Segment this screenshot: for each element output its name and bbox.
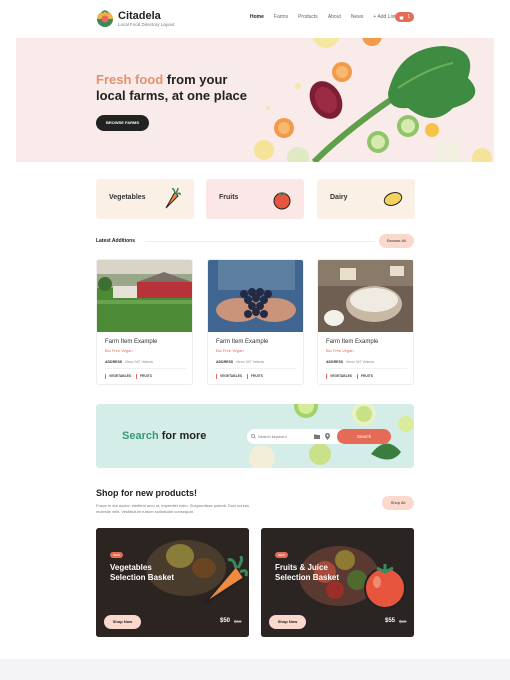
card-title: Farm Item Example	[105, 339, 158, 345]
divider	[216, 368, 297, 369]
search-button[interactable]: Search	[337, 429, 391, 444]
search-icon	[251, 434, 256, 439]
tag-fruits[interactable]: FRUITS	[247, 374, 263, 379]
hero-banner: Fresh food from your local farms, at one…	[16, 38, 494, 162]
category-label: Dairy	[330, 194, 348, 201]
brand-name[interactable]: Citadela	[118, 10, 161, 22]
shop-now-button[interactable]: Shop Now	[104, 615, 141, 629]
farm-card[interactable]: Farm Item Example Bio Free Vegan ADDRESS…	[317, 259, 414, 385]
search-title-accent: Search	[122, 430, 159, 442]
address-label: ADDRESS	[105, 360, 123, 364]
divider	[145, 241, 375, 242]
tomato-icon	[364, 564, 406, 609]
nav-home[interactable]: Home	[250, 14, 264, 20]
dairy-flour-photo	[318, 260, 413, 332]
cart-button[interactable]: 1	[395, 12, 414, 22]
address-label: ADDRESS	[216, 360, 234, 364]
browse-farms-button[interactable]: BROWSE FARMS	[96, 115, 149, 131]
card-title: Farm Item Example	[326, 339, 379, 345]
card-subtitle: Bio Free Vegan	[216, 348, 244, 353]
divider	[326, 368, 407, 369]
basket-title: Vegetables Selection Basket	[110, 563, 200, 583]
site-header: Citadela Local Food Directory Layout Hom…	[0, 0, 510, 36]
category-vegetables[interactable]: Vegetables	[96, 179, 194, 219]
search-form: Search	[247, 429, 391, 444]
card-subtitle: Bio Free Vegan	[326, 348, 354, 353]
address-value: Vienz 347 Velezia	[236, 360, 264, 364]
cart-count: 1	[407, 14, 411, 20]
location-pin-icon[interactable]	[325, 433, 330, 440]
basket-title-line-1: Vegetables	[110, 563, 152, 572]
tag-fruits[interactable]: FRUITS	[357, 374, 373, 379]
carrot-icon	[165, 188, 181, 209]
hero-title-line-2: local farms, at one place	[96, 88, 248, 103]
category-label: Vegetables	[109, 194, 146, 201]
folder-icon[interactable]	[314, 434, 320, 439]
main-nav: Home Farms Products About News + Add Lis…	[250, 14, 412, 20]
vegetables-hero-image	[254, 38, 492, 162]
farm-card[interactable]: Farm Item Example Bio Free Vegan ADDRESS…	[96, 259, 193, 385]
price: $50	[220, 618, 231, 624]
category-fruits[interactable]: Fruits	[206, 179, 304, 219]
tag-fruits[interactable]: FRUITS	[136, 374, 152, 379]
tag-vegetables[interactable]: VEGETABLES	[326, 374, 352, 379]
basket-icon	[399, 16, 404, 19]
tag-vegetables[interactable]: VEGETABLES	[105, 374, 131, 379]
browse-all-button[interactable]: Browse All	[379, 234, 414, 248]
category-label: Fruits	[219, 194, 239, 201]
category-dairy[interactable]: Dairy	[317, 179, 415, 219]
nav-about[interactable]: About	[328, 14, 341, 20]
old-price: $65	[399, 619, 407, 624]
cheese-icon	[383, 192, 403, 206]
nav-products[interactable]: Products	[298, 14, 318, 20]
tomato-icon	[273, 192, 291, 210]
nav-news[interactable]: News	[351, 14, 364, 20]
search-title-rest: for more	[158, 430, 207, 442]
address-value: Vienz 347 Velezia	[346, 360, 374, 364]
carrot-icon	[203, 556, 248, 605]
farm-barn-photo	[97, 260, 192, 332]
search-title: Search for more	[122, 430, 206, 442]
shop-all-button[interactable]: Shop All	[382, 496, 414, 510]
nav-farms[interactable]: Farms	[274, 14, 288, 20]
basket-card[interactable]: NEW Fruits & Juice Selection Basket Shop…	[261, 528, 414, 637]
basket-title: Fruits & Juice Selection Basket	[275, 563, 365, 583]
card-subtitle: Bio Free Vegan	[105, 348, 133, 353]
latest-additions-title: Latest Additions	[96, 238, 135, 244]
shop-title: Shop for new products!	[96, 488, 197, 498]
new-badge: NEW	[275, 552, 288, 558]
shop-now-button[interactable]: Shop Now	[269, 615, 306, 629]
search-banner: Search for more Search	[96, 404, 414, 468]
tag-vegetables[interactable]: VEGETABLES	[216, 374, 242, 379]
card-title: Farm Item Example	[216, 339, 269, 345]
farm-card[interactable]: Farm Item Example Bio Free Vegan ADDRESS…	[207, 259, 304, 385]
shop-description: Fusce in dui auctor, eleifend arcu ut, i…	[96, 503, 249, 514]
basket-title-line-2: Selection Basket	[275, 573, 340, 582]
grapes-hands-photo	[208, 260, 303, 332]
address-label: ADDRESS	[326, 360, 344, 364]
old-price: $60	[234, 619, 242, 624]
search-input[interactable]	[258, 429, 310, 444]
footer-band	[0, 659, 510, 680]
basket-card[interactable]: NEW Vegetables Selection Basket Shop Now…	[96, 528, 249, 637]
divider	[105, 368, 186, 369]
hero-title-accent: Fresh food	[96, 72, 164, 87]
address-value: Vienz 347 Velezia	[125, 360, 153, 364]
new-badge: NEW	[110, 552, 123, 558]
basket-title-line-1: Fruits & Juice	[275, 563, 328, 572]
brand-logo-icon[interactable]	[96, 9, 114, 27]
brand-tagline: Local Food Directory Layout	[118, 22, 175, 27]
basket-title-line-2: Selection Basket	[110, 573, 175, 582]
hero-title-rest: from your	[163, 72, 228, 87]
price: $55	[385, 618, 396, 624]
